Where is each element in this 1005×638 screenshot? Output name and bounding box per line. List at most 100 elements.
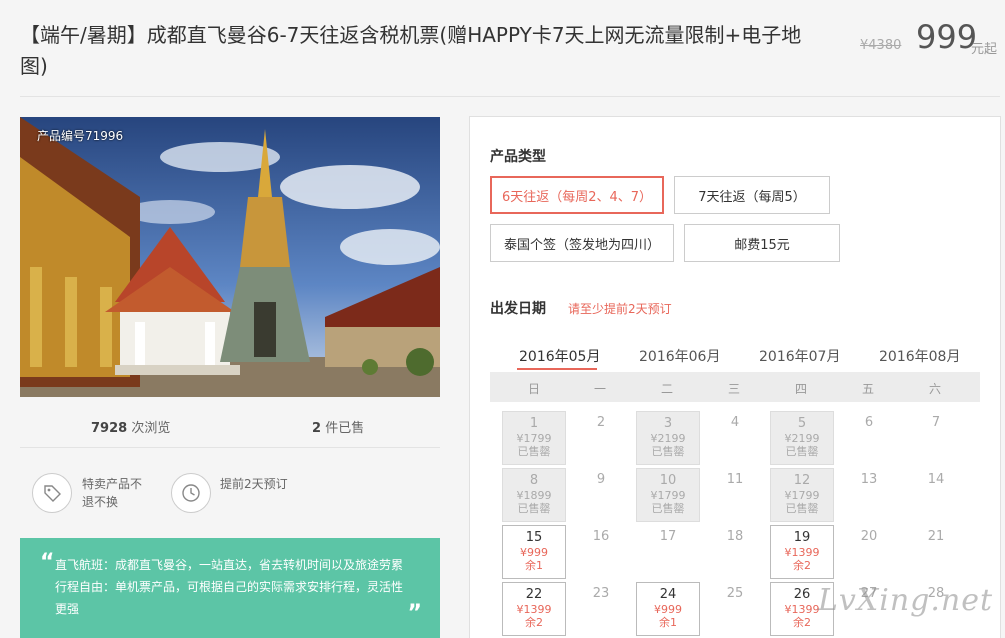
tab-month-07[interactable]: 2016年07月 [759, 346, 840, 366]
calendar-day[interactable]: 18 [703, 525, 767, 579]
day-number: 2 [596, 415, 606, 430]
calendar-day[interactable]: 1 ¥1799 已售罄 [502, 411, 566, 465]
temple-illustration [20, 117, 440, 397]
day-number: 5 [797, 416, 807, 431]
weekday-label: 四 [794, 382, 807, 396]
view-count-number: 7928 [91, 421, 128, 436]
day-number: 11 [726, 472, 744, 487]
view-count: 7928 次浏览 [91, 417, 170, 436]
calendar-day[interactable]: 2 [569, 411, 633, 465]
calendar-day[interactable]: 19 ¥1399 余2 [770, 525, 834, 579]
tab-month-05[interactable]: 2016年05月 [519, 346, 600, 366]
day-number: 21 [927, 529, 945, 544]
option-postage[interactable]: 邮费15元 [684, 224, 840, 262]
day-price: ¥2199 [650, 432, 686, 445]
day-number: 10 [659, 473, 677, 488]
departure-date-title: 出发日期 [490, 301, 546, 317]
day-status: 余2 [525, 616, 543, 629]
day-number: 16 [592, 529, 610, 544]
product-type-title: 产品类型 [490, 149, 546, 165]
day-status: 已售罄 [517, 502, 551, 515]
calendar-day[interactable]: 17 [636, 525, 700, 579]
calendar-day[interactable]: 20 [837, 525, 901, 579]
calendar-day[interactable]: 11 [703, 468, 767, 522]
day-status: 已售罄 [785, 445, 819, 458]
calendar-day[interactable]: 12 ¥1799 已售罄 [770, 468, 834, 522]
day-number: 9 [596, 472, 606, 487]
day-price: ¥999 [520, 546, 548, 559]
day-number: 6 [864, 415, 874, 430]
day-status: 已售罄 [785, 502, 819, 515]
highlights-box: “ 直飞航班：成都直飞曼谷，一站直达，省去转机时间以及旅途劳累 行程自由：单机票… [20, 538, 440, 638]
option-6-day[interactable]: 6天往返（每周2、4、7） [490, 176, 664, 214]
price-unit: 元起 [971, 42, 998, 57]
day-number: 25 [726, 586, 744, 601]
calendar-day[interactable]: 3 ¥2199 已售罄 [636, 411, 700, 465]
calendar-day[interactable]: 5 ¥2199 已售罄 [770, 411, 834, 465]
product-photo[interactable] [20, 117, 440, 397]
day-number: 13 [860, 472, 878, 487]
day-status: 余2 [793, 559, 811, 572]
option-visa[interactable]: 泰国个签（签发地为四川） [490, 224, 674, 262]
active-month-indicator [517, 368, 597, 370]
weekday-label: 一 [593, 382, 606, 396]
day-number: 18 [726, 529, 744, 544]
day-status: 余1 [659, 616, 677, 629]
day-number: 19 [793, 530, 811, 545]
day-status: 已售罄 [651, 445, 685, 458]
day-status: 已售罄 [517, 445, 551, 458]
day-number: 17 [659, 529, 677, 544]
calendar-day[interactable]: 24 ¥999 余1 [636, 582, 700, 636]
calendar-day[interactable]: 6 [837, 411, 901, 465]
day-number: 23 [592, 586, 610, 601]
day-number: 15 [525, 530, 543, 545]
day-price: ¥1799 [784, 489, 820, 502]
day-number: 7 [931, 415, 941, 430]
day-number: 4 [730, 415, 740, 430]
day-number: 3 [663, 416, 673, 431]
quote-open-icon: “ [40, 550, 55, 575]
tag-icon [32, 473, 72, 513]
calendar-day[interactable]: 10 ¥1799 已售罄 [636, 468, 700, 522]
feature-no-refund: 特卖产品不退不换 [82, 477, 143, 509]
weekday-label: 六 [928, 382, 941, 396]
tab-month-08[interactable]: 2016年08月 [879, 346, 960, 366]
calendar-day[interactable]: 7 [904, 411, 968, 465]
calendar-day[interactable]: 25 [703, 582, 767, 636]
header-divider [20, 96, 1000, 97]
calendar-day[interactable]: 21 [904, 525, 968, 579]
calendar-day[interactable]: 8 ¥1899 已售罄 [502, 468, 566, 522]
tab-month-06[interactable]: 2016年06月 [639, 346, 720, 366]
day-status: 余1 [525, 559, 543, 572]
day-price: ¥1399 [516, 603, 552, 616]
calendar-day[interactable]: 13 [837, 468, 901, 522]
calendar-day[interactable]: 15 ¥999 余1 [502, 525, 566, 579]
view-count-label: 次浏览 [131, 421, 171, 436]
weekday-label: 日 [527, 382, 540, 396]
highlight-line: 更强 [55, 602, 80, 616]
calendar-day[interactable]: 9 [569, 468, 633, 522]
watermark: LvXing.net [818, 583, 994, 618]
clock-icon [171, 473, 211, 513]
stats-divider [20, 447, 440, 448]
option-7-day[interactable]: 7天往返（每周5） [674, 176, 830, 214]
day-number: 12 [793, 473, 811, 488]
sold-count-label: 件已售 [325, 421, 365, 436]
original-price: ¥4380 [860, 38, 902, 53]
sold-count-number: 2 [312, 421, 322, 436]
feature-advance-booking: 提前2天预订 [220, 477, 288, 491]
date-hint: 请至少提前2天预订 [568, 302, 672, 316]
current-price: 999 [916, 18, 978, 56]
product-id: 产品编号71996 [37, 129, 124, 143]
calendar-day[interactable]: 16 [569, 525, 633, 579]
calendar-day[interactable]: 22 ¥1399 余2 [502, 582, 566, 636]
weekday-label: 二 [660, 382, 673, 396]
weekday-label: 五 [861, 382, 874, 396]
sold-count: 2 件已售 [312, 417, 364, 436]
calendar-day[interactable]: 4 [703, 411, 767, 465]
day-number: 14 [927, 472, 945, 487]
calendar-day[interactable]: 23 [569, 582, 633, 636]
day-price: ¥1799 [516, 432, 552, 445]
calendar-day[interactable]: 14 [904, 468, 968, 522]
day-number: 8 [529, 473, 539, 488]
